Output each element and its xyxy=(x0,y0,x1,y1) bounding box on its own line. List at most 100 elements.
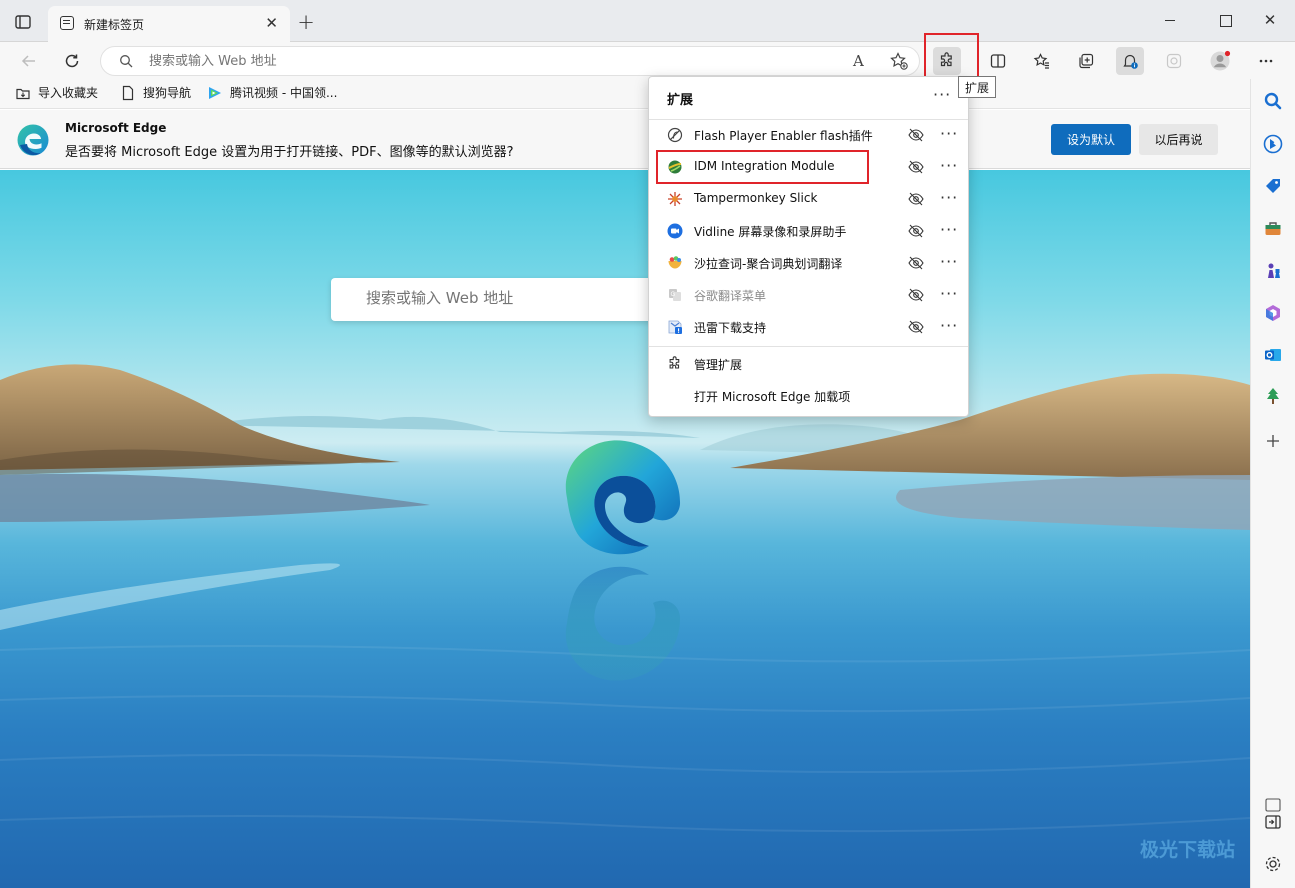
split-screen-button[interactable] xyxy=(984,47,1012,75)
refresh-button[interactable] xyxy=(59,48,85,74)
favorite-tencent-video[interactable]: 腾讯视频 - 中国领... xyxy=(207,84,337,101)
extension-row-flash[interactable]: Flash Player Enabler flash插件 ··· xyxy=(649,119,968,151)
address-input[interactable] xyxy=(149,52,749,70)
extension-name: Vidline 屏幕录像和录屏助手 xyxy=(694,225,847,239)
ntp-search-box[interactable] xyxy=(331,278,661,321)
hidden-eye-icon[interactable] xyxy=(907,287,925,303)
thunder-icon xyxy=(668,320,682,334)
more-horizontal-icon xyxy=(1259,59,1273,63)
favorite-label: 腾讯视频 - 中国领... xyxy=(230,86,338,100)
extension-more-button[interactable]: ··· xyxy=(940,156,958,175)
tree-icon[interactable] xyxy=(1263,386,1283,406)
favorite-sogou[interactable]: 搜狗导航 xyxy=(120,84,191,101)
tab-actions-icon[interactable] xyxy=(13,12,33,32)
favorites-bar: 导入收藏夹 搜狗导航 腾讯视频 - 中国领... xyxy=(0,79,1250,109)
back-button[interactable] xyxy=(16,48,42,74)
profile-button[interactable] xyxy=(1206,47,1234,75)
set-default-button[interactable]: 设为默认 xyxy=(1051,124,1131,155)
split-screen-icon xyxy=(990,54,1006,68)
add-sidebar-app-icon[interactable] xyxy=(1263,431,1283,451)
hidden-eye-icon[interactable] xyxy=(907,223,925,239)
flash-icon xyxy=(667,127,683,143)
tab-close-icon[interactable]: ✕ xyxy=(265,14,278,32)
extensions-panel-title: 扩展 xyxy=(667,93,694,108)
shopping-tag-icon[interactable] xyxy=(1263,176,1283,196)
search-icon[interactable] xyxy=(1263,91,1283,111)
extension-row-vidline[interactable]: Vidline 屏幕录像和录屏助手 ··· xyxy=(649,215,968,247)
search-icon xyxy=(120,55,133,68)
tampermonkey-icon xyxy=(668,192,682,206)
vidline-icon xyxy=(667,223,683,239)
ntp-search-input[interactable] xyxy=(366,289,646,307)
extension-name: 迅雷下载支持 xyxy=(694,321,767,335)
maximize-button[interactable] xyxy=(1215,10,1235,30)
add-favorite-icon[interactable] xyxy=(889,51,909,75)
extensions-panel-more-button[interactable]: ··· xyxy=(933,85,951,104)
watermark-text: 极光下载站 xyxy=(1140,839,1236,861)
hidden-eye-icon[interactable] xyxy=(907,159,925,175)
extension-name: 沙拉查词-聚合词典划词翻译 xyxy=(694,257,843,271)
extension-row-tampermonkey[interactable]: Tampermonkey Slick ··· xyxy=(649,183,968,215)
avatar-icon xyxy=(1210,50,1231,71)
hidden-eye-icon[interactable] xyxy=(907,127,925,143)
favorite-label: 导入收藏夹 xyxy=(38,86,99,100)
hidden-eye-icon[interactable] xyxy=(907,255,925,271)
outlook-icon[interactable] xyxy=(1263,345,1283,365)
extension-row-google-translate-menu[interactable]: G 谷歌翻译菜单 ··· xyxy=(649,279,968,311)
extension-name: 谷歌翻译菜单 xyxy=(694,289,767,303)
tab-title: 新建标签页 xyxy=(84,18,145,32)
idm-row-highlight xyxy=(656,150,869,184)
extensions-tooltip: 扩展 xyxy=(958,76,997,98)
notifications-button[interactable] xyxy=(1116,47,1144,75)
extension-more-button[interactable]: ··· xyxy=(940,220,958,239)
import-favorites-icon xyxy=(15,85,31,101)
bell-icon xyxy=(1123,54,1138,69)
later-button[interactable]: 以后再说 xyxy=(1139,124,1218,155)
tab-new-tab[interactable]: 新建标签页 ✕ xyxy=(48,6,290,42)
favorite-import[interactable]: 导入收藏夹 xyxy=(15,84,98,101)
tencent-video-icon xyxy=(207,85,223,101)
navigation-toolbar: A xyxy=(0,42,1295,79)
bing-chat-icon[interactable] xyxy=(1263,134,1283,154)
extension-more-button[interactable]: ··· xyxy=(940,124,958,143)
read-aloud-icon[interactable]: A xyxy=(853,52,864,70)
sidebar-settings-gear-icon[interactable] xyxy=(1263,854,1283,874)
hide-sidebar-icon[interactable] xyxy=(1263,812,1283,832)
close-window-button[interactable]: ✕ xyxy=(1260,10,1280,30)
address-bar[interactable]: A xyxy=(100,46,920,76)
extension-more-button[interactable]: ··· xyxy=(940,252,958,271)
open-edge-addons-item[interactable]: 打开 Microsoft Edge 加载项 xyxy=(649,380,968,412)
extension-more-button[interactable]: ··· xyxy=(940,188,958,207)
hidden-eye-icon[interactable] xyxy=(907,319,925,335)
extension-more-button[interactable]: ··· xyxy=(940,316,958,335)
games-chess-icon[interactable] xyxy=(1263,261,1283,281)
puzzle-icon xyxy=(669,356,680,369)
edge-sidebar xyxy=(1250,79,1295,888)
extension-row-saladict[interactable]: 沙拉查词-聚合词典划词翻译 ··· xyxy=(649,247,968,279)
default-browser-infobar: Microsoft Edge 是否要将 Microsoft Edge 设置为用于… xyxy=(0,110,1250,169)
translate-icon: G xyxy=(669,289,681,301)
saladict-icon xyxy=(668,256,682,269)
new-tab-button[interactable]: + xyxy=(296,12,316,33)
extension-name: Tampermonkey Slick xyxy=(694,191,818,205)
collections-button[interactable] xyxy=(1072,47,1100,75)
tools-briefcase-icon[interactable] xyxy=(1263,219,1283,239)
minimize-button[interactable] xyxy=(1160,10,1180,30)
extensions-panel: 扩展 ··· Flash Player Enabler flash插件 ··· … xyxy=(648,76,969,417)
favorites-star-list-icon xyxy=(1033,53,1049,69)
microsoft-365-icon[interactable] xyxy=(1263,303,1283,323)
new-tab-page-icon xyxy=(60,16,74,30)
disabled-toolbar-button xyxy=(1160,47,1188,75)
refresh-icon xyxy=(65,54,79,68)
favorite-label: 搜狗导航 xyxy=(143,86,192,100)
sync-disabled-icon xyxy=(1166,53,1182,69)
extension-more-button[interactable]: ··· xyxy=(940,284,958,303)
manage-extensions-item[interactable]: 管理扩展 xyxy=(649,348,968,380)
back-arrow-icon xyxy=(21,55,35,67)
hidden-eye-icon[interactable] xyxy=(907,191,925,207)
extension-row-thunder[interactable]: 迅雷下载支持 ··· xyxy=(649,311,968,343)
edge-logo-icon xyxy=(17,124,49,156)
settings-more-button[interactable] xyxy=(1252,47,1280,75)
svg-text:G: G xyxy=(671,291,676,298)
favorites-button[interactable] xyxy=(1028,47,1056,75)
